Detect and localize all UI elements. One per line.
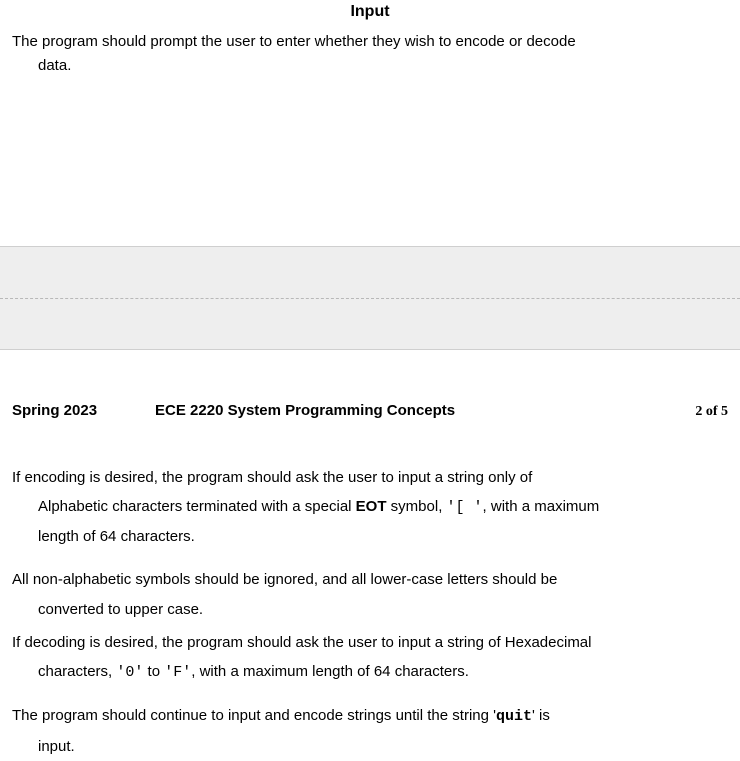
hex-range-end: 'F'	[164, 664, 191, 681]
text: If encoding is desired, the program shou…	[12, 469, 532, 486]
text-cont: converted to upper case.	[12, 595, 728, 624]
text: characters,	[38, 663, 116, 680]
page-top-section: Input The program should prompt the user…	[0, 0, 740, 78]
decode-paragraph: If decoding is desired, the program shou…	[12, 628, 728, 688]
body-text-cont: data.	[12, 54, 728, 78]
text: Alphabetic characters terminated with a …	[38, 498, 356, 515]
text: symbol,	[387, 498, 447, 515]
hex-range-start: '0'	[116, 664, 143, 681]
course-title: ECE 2220 System Programming Concepts	[155, 400, 695, 423]
page-break-gap	[0, 246, 740, 350]
text: , with a maximum length of 64 characters…	[191, 663, 469, 680]
ignore-paragraph: All non-alphabetic symbols should be ign…	[12, 565, 728, 624]
input-description: The program should prompt the user to en…	[12, 30, 728, 78]
text: , with a maximum	[483, 498, 600, 515]
text: to	[143, 663, 164, 680]
quit-paragraph: The program should continue to input and…	[12, 701, 728, 761]
term-label: Spring 2023	[12, 400, 97, 423]
page-header: Spring 2023 ECE 2220 System Programming …	[12, 400, 728, 423]
page-two: Spring 2023 ECE 2220 System Programming …	[0, 350, 740, 761]
text-cont: Alphabetic characters terminated with a …	[12, 492, 728, 522]
section-heading-input: Input	[12, 0, 728, 24]
quit-keyword: quit	[496, 708, 532, 725]
text-cont: length of 64 characters.	[12, 522, 728, 551]
text-cont: input.	[12, 732, 728, 761]
body-text: The program should prompt the user to en…	[12, 33, 576, 50]
text: All non-alphabetic symbols should be ign…	[12, 571, 557, 588]
eot-label: EOT	[356, 498, 387, 515]
eot-symbol: '[ '	[447, 499, 483, 516]
page-number: 2 of 5	[695, 401, 728, 422]
encode-paragraph: If encoding is desired, the program shou…	[12, 463, 728, 552]
text: If decoding is desired, the program shou…	[12, 634, 592, 651]
text-cont: characters, '0' to 'F', with a maximum l…	[12, 657, 728, 687]
